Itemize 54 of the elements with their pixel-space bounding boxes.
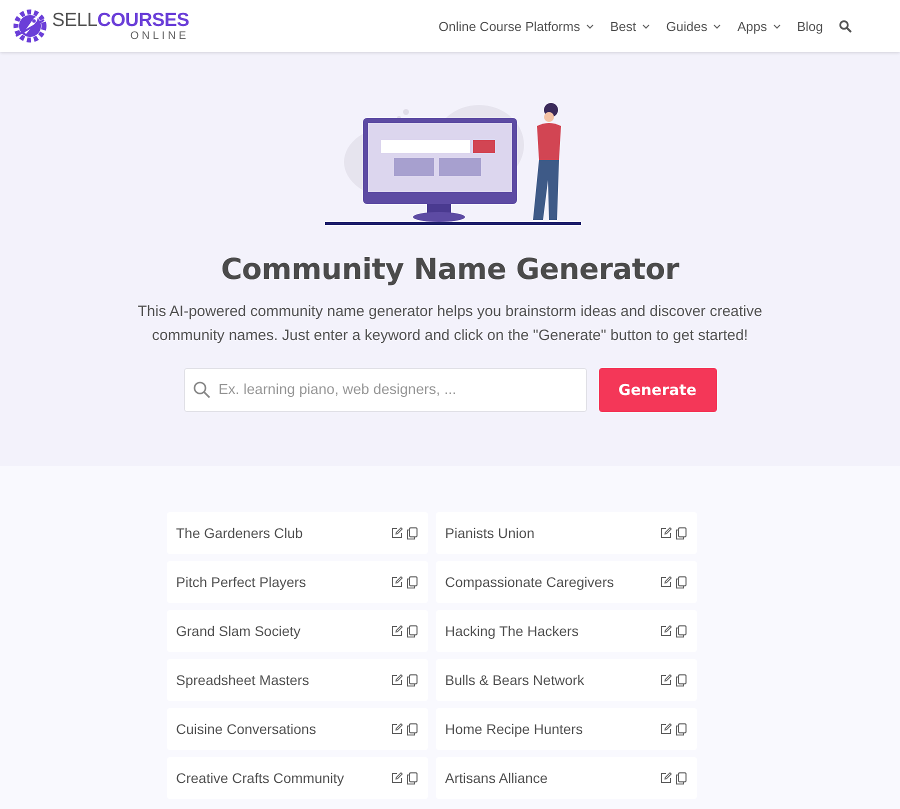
copy-icon[interactable]: [675, 526, 687, 540]
page-title: Community Name Generator: [220, 252, 680, 286]
nav-link[interactable]: Best: [610, 18, 650, 34]
logo-text[interactable]: SELLCOURSES: [52, 10, 190, 30]
copy-icon[interactable]: [406, 576, 418, 588]
edit-icon[interactable]: [660, 674, 672, 686]
copy-icon[interactable]: [675, 576, 687, 588]
edit-icon[interactable]: [660, 722, 672, 734]
edit-icon[interactable]: [660, 526, 672, 538]
edit-icon[interactable]: [660, 624, 672, 636]
copy-icon[interactable]: [406, 624, 418, 638]
copy-icon[interactable]: [406, 772, 418, 784]
community-name: Artisans Alliance: [445, 770, 548, 786]
copy-icon[interactable]: [675, 772, 687, 784]
copy-icon[interactable]: [406, 526, 418, 540]
copy-icon[interactable]: [406, 674, 418, 686]
search-icon: [192, 381, 210, 399]
community-name: Cuisine Conversations: [176, 721, 316, 737]
chevron-down-icon[interactable]: [713, 24, 722, 28]
nav-link[interactable]: Guides: [666, 18, 722, 34]
edit-icon[interactable]: [391, 624, 403, 636]
community-name: The Gardeners Club: [176, 525, 303, 541]
community-name: Creative Crafts Community: [176, 770, 344, 786]
community-name: Hacking The Hackers: [445, 623, 579, 639]
nav-link[interactable]: Blog: [796, 18, 823, 34]
edit-icon[interactable]: [660, 576, 672, 588]
copy-icon[interactable]: [675, 624, 687, 638]
community-name: Bulls & Bears Network: [445, 672, 584, 688]
keyword-search-field[interactable]: Ex. learning piano, web designers, ...: [184, 368, 586, 412]
community-name: Spreadsheet Masters: [176, 672, 310, 688]
edit-icon[interactable]: [660, 772, 672, 784]
community-name: Grand Slam Society: [176, 623, 300, 639]
edit-icon[interactable]: [391, 674, 403, 686]
edit-icon[interactable]: [391, 722, 403, 734]
logo-subtext: ONLINE: [130, 30, 190, 42]
copy-icon[interactable]: [675, 722, 687, 736]
copy-icon[interactable]: [675, 674, 687, 686]
search-icon[interactable]: [839, 20, 852, 32]
edit-icon[interactable]: [391, 772, 403, 784]
generate-button[interactable]: Generate: [598, 368, 716, 412]
nav-link[interactable]: Apps: [737, 18, 781, 34]
chevron-down-icon[interactable]: [586, 24, 594, 28]
copy-icon[interactable]: [406, 722, 418, 736]
community-name: Pianists Union: [445, 525, 534, 541]
edit-icon[interactable]: [391, 526, 403, 538]
nav-link[interactable]: Online Course Platforms: [438, 18, 594, 34]
chevron-down-icon[interactable]: [642, 24, 650, 28]
community-name: Compassionate Caregivers: [445, 574, 614, 590]
description-text: This AI-powered community name generator helps you brainstorm ideas and discover creative community names. Just enter a keyword and click on the "Generate" button to get started!: [136, 302, 764, 346]
edit-icon[interactable]: [391, 576, 403, 588]
community-name: Home Recipe Hunters: [445, 721, 583, 737]
community-name: Pitch Perfect Players: [176, 574, 306, 590]
rocket-gear-logo-icon: [12, 8, 48, 44]
chevron-down-icon[interactable]: [772, 24, 781, 28]
